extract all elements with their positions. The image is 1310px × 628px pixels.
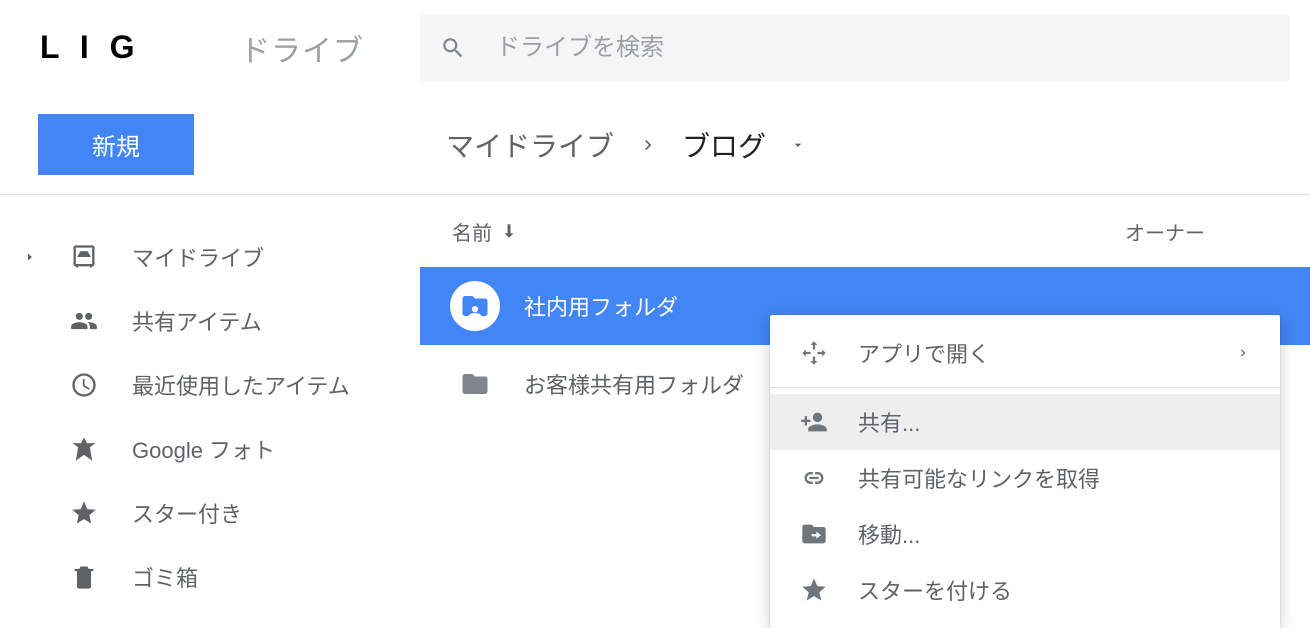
- sidebar: マイドライブ 共有アイテム 最近使用したアイテム Google フォト スター付…: [0, 195, 420, 609]
- sub-header: 新規 マイドライブ ブログ: [0, 95, 1310, 195]
- sidebar-item-label: スター付き: [132, 497, 242, 529]
- sidebar-item-photos[interactable]: Google フォト: [0, 417, 420, 481]
- menu-item-label: 移動...: [858, 518, 920, 550]
- breadcrumb-current[interactable]: ブログ: [682, 125, 766, 165]
- logo: L I G: [40, 29, 240, 66]
- link-icon: [800, 464, 828, 492]
- header: L I G ドライブ: [0, 0, 1310, 95]
- sidebar-item-label: マイドライブ: [132, 241, 264, 273]
- sidebar-item-recent[interactable]: 最近使用したアイテム: [0, 353, 420, 417]
- column-header-name[interactable]: 名前: [420, 217, 1020, 246]
- column-header-owner-label: オーナー: [1125, 223, 1205, 245]
- sidebar-item-mydrive[interactable]: マイドライブ: [0, 225, 420, 289]
- sidebar-item-label: ゴミ箱: [132, 561, 198, 593]
- menu-divider: [770, 387, 1280, 388]
- clock-icon: [70, 371, 98, 399]
- caret-down-icon[interactable]: [790, 137, 806, 153]
- menu-item-star[interactable]: スターを付ける: [770, 562, 1280, 618]
- search-input[interactable]: [496, 34, 1270, 62]
- chevron-right-icon: [1236, 346, 1250, 360]
- list-header: 名前 オーナー: [420, 195, 1310, 267]
- expand-caret-icon: [24, 251, 36, 263]
- row-name: 社内用フォルダ: [524, 290, 678, 322]
- column-header-owner[interactable]: オーナー: [1020, 217, 1310, 246]
- search-box[interactable]: [420, 15, 1290, 81]
- row-name: お客様共有用フォルダ: [524, 368, 744, 400]
- menu-item-label: アプリで開く: [858, 337, 990, 369]
- sidebar-item-shared[interactable]: 共有アイテム: [0, 289, 420, 353]
- sidebar-item-trash[interactable]: ゴミ箱: [0, 545, 420, 609]
- menu-item-move[interactable]: 移動...: [770, 506, 1280, 562]
- app-name: ドライブ: [240, 26, 420, 70]
- open-with-icon: [800, 339, 828, 367]
- search-icon: [440, 35, 466, 61]
- chevron-right-icon: [638, 135, 658, 155]
- main: 名前 オーナー 社内用フォルダ お客様共有用フォルダ アプリで開く: [420, 195, 1310, 609]
- star-icon: [70, 499, 98, 527]
- folder-icon: [450, 359, 500, 409]
- shared-folder-icon: [450, 281, 500, 331]
- context-menu: アプリで開く 共有... 共有可能なリンクを取得 移動... スターを付ける: [770, 315, 1280, 628]
- trash-icon: [70, 563, 98, 591]
- person-add-icon: [800, 408, 828, 436]
- people-icon: [70, 307, 98, 335]
- column-header-name-label: 名前: [452, 217, 492, 246]
- sidebar-item-label: Google フォト: [132, 433, 275, 465]
- sidebar-item-label: 最近使用したアイテム: [132, 369, 350, 401]
- menu-item-open-with[interactable]: アプリで開く: [770, 325, 1280, 381]
- menu-item-label: 共有...: [858, 406, 920, 438]
- sort-arrow-down-icon: [500, 222, 518, 240]
- new-button[interactable]: 新規: [38, 114, 194, 175]
- drive-icon: [70, 243, 98, 271]
- star-icon: [800, 576, 828, 604]
- menu-item-label: 共有可能なリンクを取得: [858, 462, 1100, 494]
- photos-icon: [70, 435, 98, 463]
- menu-item-label: スターを付ける: [858, 574, 1012, 606]
- move-folder-icon: [800, 520, 828, 548]
- sidebar-item-starred[interactable]: スター付き: [0, 481, 420, 545]
- breadcrumb-root[interactable]: マイドライブ: [446, 125, 614, 165]
- breadcrumb: マイドライブ ブログ: [446, 125, 806, 165]
- menu-item-share[interactable]: 共有...: [770, 394, 1280, 450]
- sidebar-item-label: 共有アイテム: [132, 305, 262, 337]
- menu-item-get-link[interactable]: 共有可能なリンクを取得: [770, 450, 1280, 506]
